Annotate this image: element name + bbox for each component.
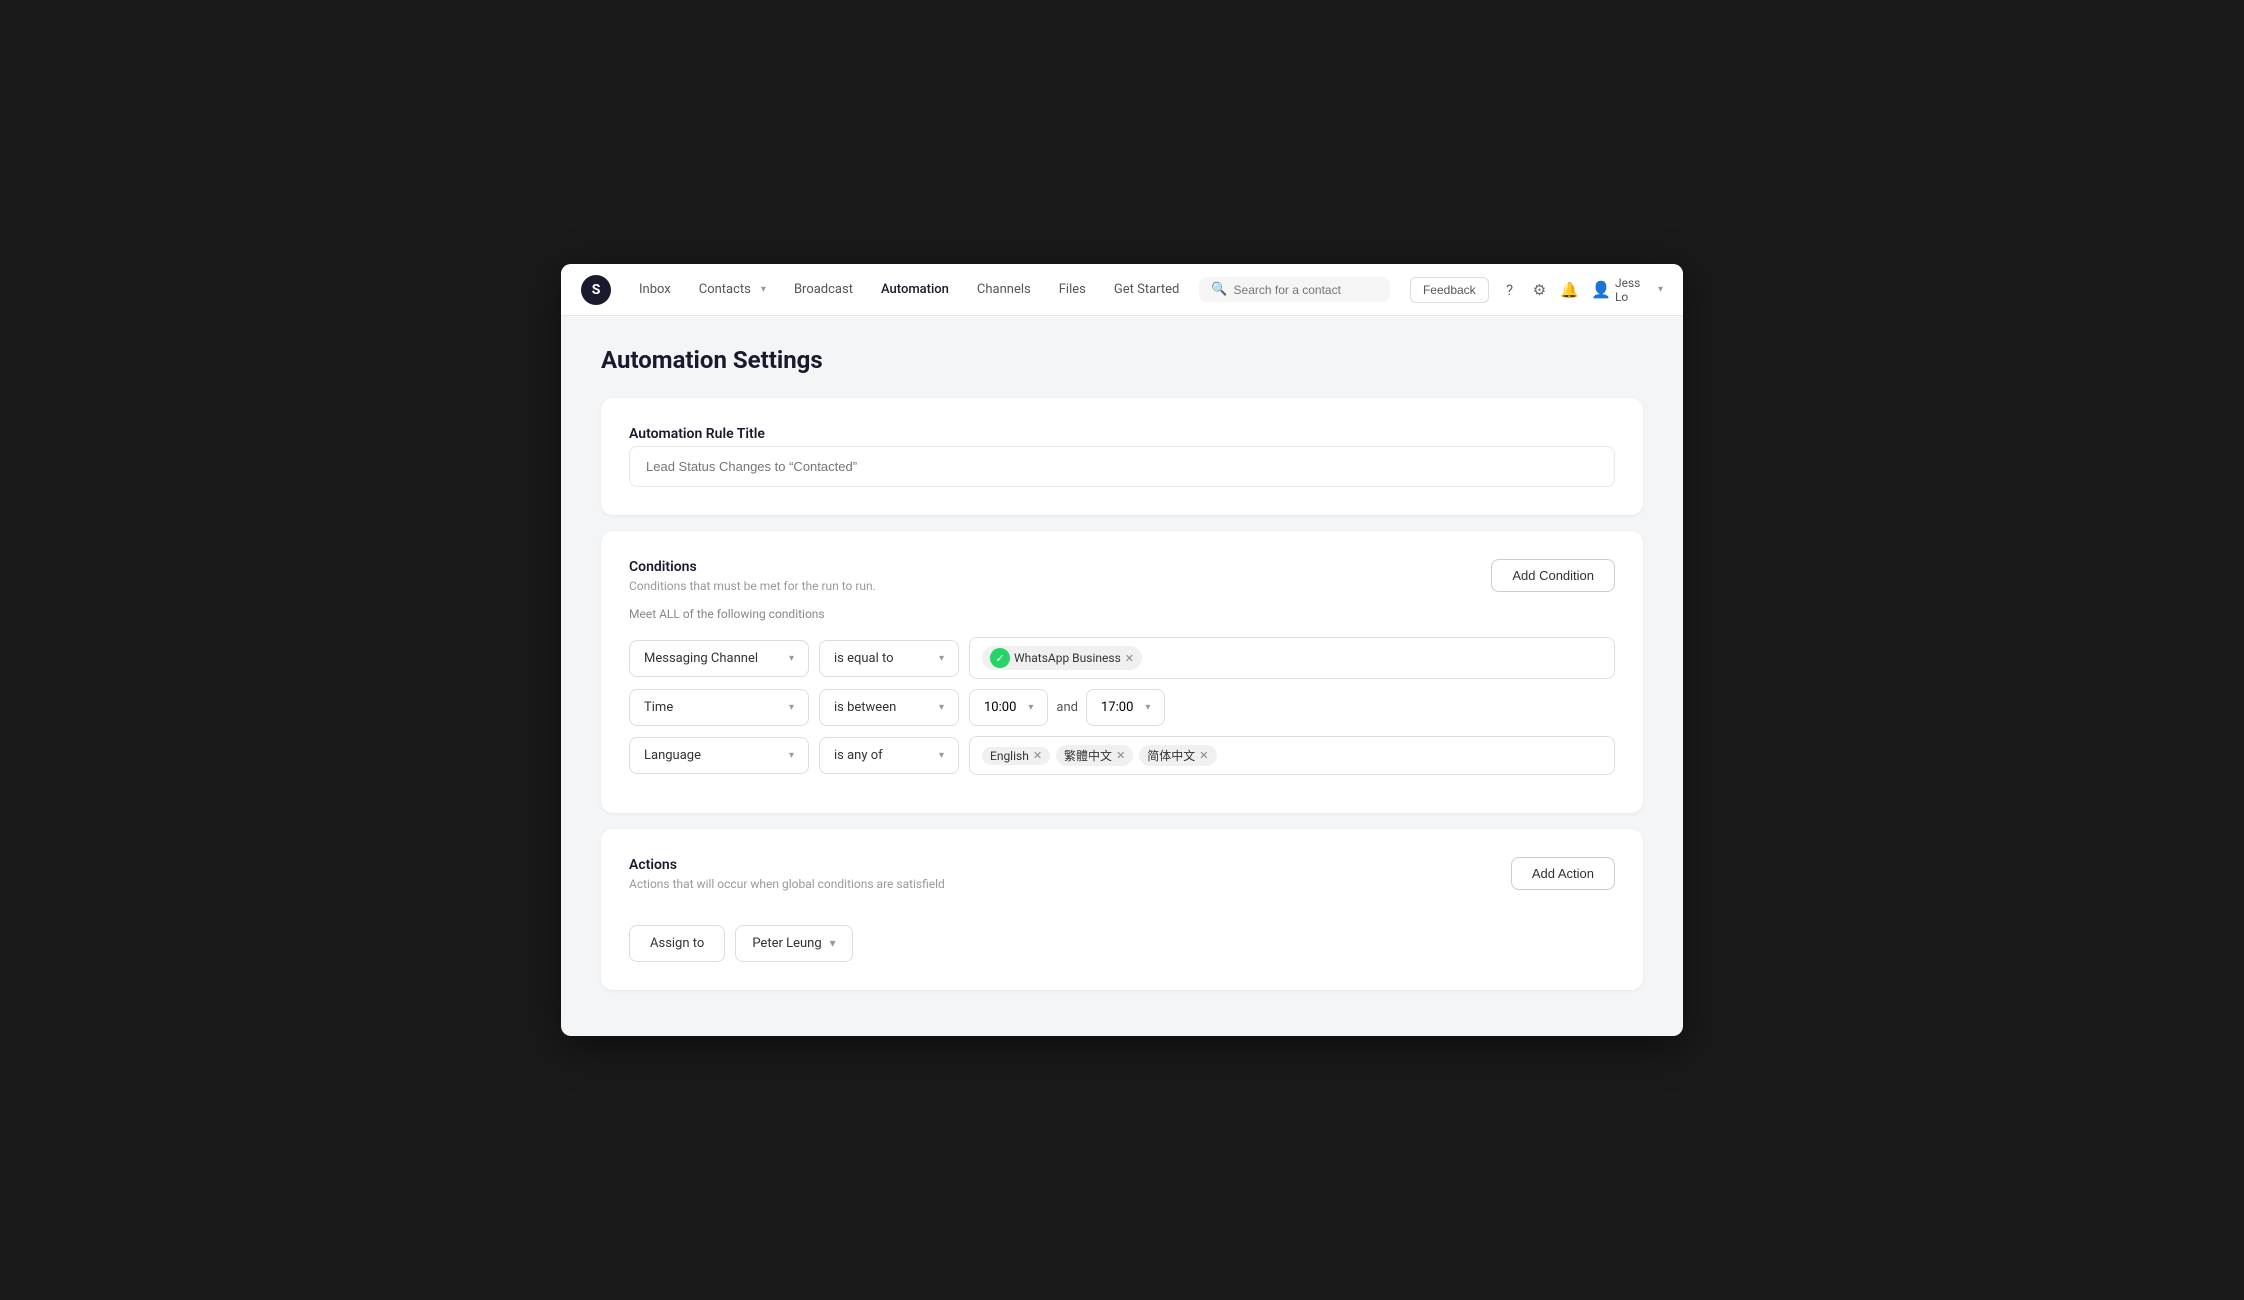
action-assignee-select[interactable]: Peter Leung	[735, 925, 852, 962]
conditions-header: Conditions Conditions that must be met f…	[629, 559, 1615, 621]
nav-right: Feedback ? ⚙ 🔔 👤 Jess Lo ▾	[1410, 276, 1663, 304]
nav-item-broadcast[interactable]: Broadcast	[782, 276, 865, 303]
nav-links: Inbox Contacts ▾ Broadcast Automation Ch…	[627, 276, 1191, 303]
nav-item-contacts[interactable]: Contacts ▾	[687, 276, 778, 303]
condition-operator-equal[interactable]: is equal to ▾	[819, 640, 959, 677]
field-chevron-icon: ▾	[789, 653, 794, 664]
user-avatar-icon: 👤	[1591, 280, 1611, 299]
app-window: S Inbox Contacts ▾ Broadcast Automation …	[561, 264, 1683, 1036]
actions-title: Actions	[629, 857, 945, 873]
rule-title-label: Automation Rule Title	[629, 426, 1615, 442]
add-action-button[interactable]: Add Action	[1511, 857, 1615, 890]
whatsapp-icon: ✓	[990, 648, 1010, 668]
english-tag-remove[interactable]: ✕	[1033, 750, 1042, 761]
notifications-icon[interactable]: 🔔	[1560, 280, 1579, 300]
action-row: Assign to Peter Leung	[629, 925, 1615, 962]
nav-item-get-started[interactable]: Get Started	[1102, 276, 1191, 303]
whatsapp-tag-remove[interactable]: ✕	[1125, 653, 1134, 664]
nav-item-inbox[interactable]: Inbox	[627, 276, 683, 303]
assignee-chevron-icon	[830, 936, 836, 951]
whatsapp-tag: ✓ WhatsApp Business ✕	[982, 646, 1142, 670]
condition-value-languages: English ✕ 繁體中文 ✕ 简体中文 ✕	[969, 736, 1615, 775]
condition-field-language[interactable]: Language ▾	[629, 737, 809, 774]
time-to-chevron-icon: ▾	[1145, 702, 1150, 713]
user-menu[interactable]: 👤 Jess Lo ▾	[1591, 276, 1663, 304]
meet-all-text: Meet ALL of the following conditions	[629, 607, 1491, 621]
condition-operator-any-of[interactable]: is any of ▾	[819, 737, 959, 774]
action-type-label: Assign to	[629, 925, 725, 962]
search-input[interactable]	[1234, 283, 1378, 297]
feedback-button[interactable]: Feedback	[1410, 277, 1489, 303]
time-to-select[interactable]: 17:00 ▾	[1086, 689, 1165, 726]
rule-title-card: Automation Rule Title	[601, 398, 1643, 515]
operator-chevron-icon: ▾	[939, 750, 944, 761]
actions-header: Actions Actions that will occur when glo…	[629, 857, 1615, 905]
actions-card: Actions Actions that will occur when glo…	[601, 829, 1643, 990]
app-logo[interactable]: S	[581, 275, 611, 305]
simp-chinese-tag-remove[interactable]: ✕	[1199, 750, 1208, 761]
field-chevron-icon: ▾	[789, 750, 794, 761]
conditions-title: Conditions	[629, 559, 1491, 575]
logo-letter: S	[592, 282, 601, 298]
nav-item-files[interactable]: Files	[1047, 276, 1098, 303]
operator-chevron-icon: ▾	[939, 653, 944, 664]
condition-value-whatsapp: ✓ WhatsApp Business ✕	[969, 637, 1615, 679]
language-tag-english: English ✕	[982, 747, 1050, 765]
settings-icon[interactable]: ⚙	[1531, 280, 1549, 300]
condition-row: Language ▾ is any of ▾ English ✕ 繁體中文 ✕	[629, 736, 1615, 775]
language-tag-simplified-chinese: 简体中文 ✕	[1139, 745, 1216, 766]
condition-row: Time ▾ is between ▾ 10:00 ▾ and 17:00 ▾	[629, 689, 1615, 726]
nav-item-channels[interactable]: Channels	[965, 276, 1043, 303]
and-text: and	[1056, 700, 1078, 715]
help-icon[interactable]: ?	[1501, 280, 1519, 300]
time-from-chevron-icon: ▾	[1028, 702, 1033, 713]
operator-chevron-icon: ▾	[939, 702, 944, 713]
time-from-select[interactable]: 10:00 ▾	[969, 689, 1048, 726]
page-title: Automation Settings	[601, 346, 1643, 374]
conditions-card: Conditions Conditions that must be met f…	[601, 531, 1643, 813]
nav-item-automation[interactable]: Automation	[869, 276, 961, 303]
condition-field-messaging-channel[interactable]: Messaging Channel ▾	[629, 640, 809, 677]
language-tag-traditional-chinese: 繁體中文 ✕	[1056, 745, 1133, 766]
field-chevron-icon: ▾	[789, 702, 794, 713]
condition-operator-between[interactable]: is between ▾	[819, 689, 959, 726]
user-menu-chevron-icon: ▾	[1658, 284, 1663, 295]
trad-chinese-tag-remove[interactable]: ✕	[1116, 750, 1125, 761]
condition-row: Messaging Channel ▾ is equal to ▾ ✓ What…	[629, 637, 1615, 679]
condition-time-range: 10:00 ▾ and 17:00 ▾	[969, 689, 1615, 726]
search-icon: 🔍	[1211, 282, 1227, 297]
main-content: Automation Settings Automation Rule Titl…	[561, 316, 1683, 1036]
actions-desc: Actions that will occur when global cond…	[629, 877, 945, 891]
condition-field-time[interactable]: Time ▾	[629, 689, 809, 726]
contacts-chevron-icon: ▾	[761, 284, 766, 295]
search-bar[interactable]: 🔍	[1199, 277, 1390, 302]
conditions-desc: Conditions that must be met for the run …	[629, 579, 1491, 593]
user-name: Jess Lo	[1615, 276, 1648, 304]
rule-title-input[interactable]	[629, 446, 1615, 487]
navbar: S Inbox Contacts ▾ Broadcast Automation …	[561, 264, 1683, 316]
add-condition-button[interactable]: Add Condition	[1491, 559, 1615, 592]
